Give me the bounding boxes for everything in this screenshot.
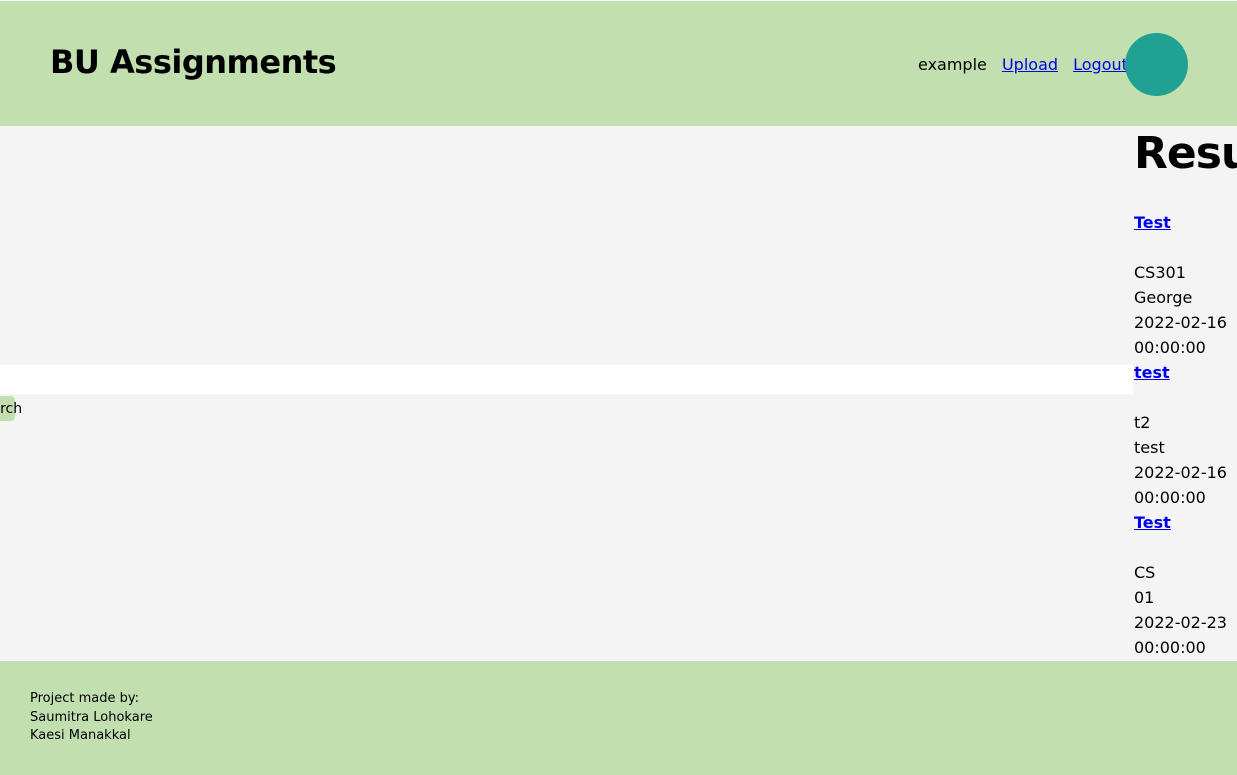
result-item: test t2 test 2022-02-16 00:00:00: [1134, 360, 1237, 510]
site-title: BU Assignments: [50, 43, 337, 81]
logout-link[interactable]: Logout: [1073, 55, 1128, 74]
credits-author: Kaesi Manakkal: [30, 728, 131, 743]
result-title-link[interactable]: Test: [1134, 210, 1237, 235]
result-date: 2022-02-16: [1134, 313, 1227, 332]
site-footer: Project made by: Saumitra Lohokare Kaesi…: [0, 661, 1237, 775]
upload-link[interactable]: Upload: [1002, 55, 1058, 74]
result-author: 01: [1134, 588, 1155, 607]
result-item: Test CS301 George 2022-02-16 00:00:00: [1134, 210, 1237, 360]
result-title-link[interactable]: Test: [1134, 510, 1237, 535]
credits-author: Saumitra Lohokare: [30, 709, 153, 725]
result-time: 00:00:00: [1134, 488, 1206, 507]
result-title-link[interactable]: test: [1134, 360, 1237, 385]
result-course: t2: [1134, 413, 1151, 432]
avatar[interactable]: [1125, 33, 1188, 96]
results-panel: Results Test CS301 George 2022-02-16 00:…: [1134, 128, 1237, 661]
result-date: 2022-02-23: [1134, 613, 1227, 632]
search-input[interactable]: [0, 365, 1133, 394]
result-author: George: [1134, 288, 1193, 307]
username-label: example: [918, 55, 987, 74]
top-nav: example Upload Logout: [918, 55, 1128, 74]
result-course: CS301: [1134, 263, 1186, 282]
result-item: Test CS 01 2022-02-23 00:00:00: [1134, 510, 1237, 660]
results-heading: Results: [1134, 128, 1237, 179]
result-list: Test CS301 George 2022-02-16 00:00:00 te…: [1134, 210, 1237, 660]
credits: Project made by: Saumitra Lohokare Kaesi…: [30, 690, 153, 746]
search-button[interactable]: Search: [0, 396, 22, 421]
result-course: CS: [1134, 563, 1156, 582]
result-time: 00:00:00: [1134, 638, 1206, 657]
result-date: 2022-02-16: [1134, 463, 1227, 482]
result-time: 00:00:00: [1134, 338, 1206, 357]
site-header: BU Assignments example Upload Logout: [0, 0, 1237, 126]
result-author: test: [1134, 438, 1165, 457]
credits-heading: Project made by:: [30, 691, 140, 706]
